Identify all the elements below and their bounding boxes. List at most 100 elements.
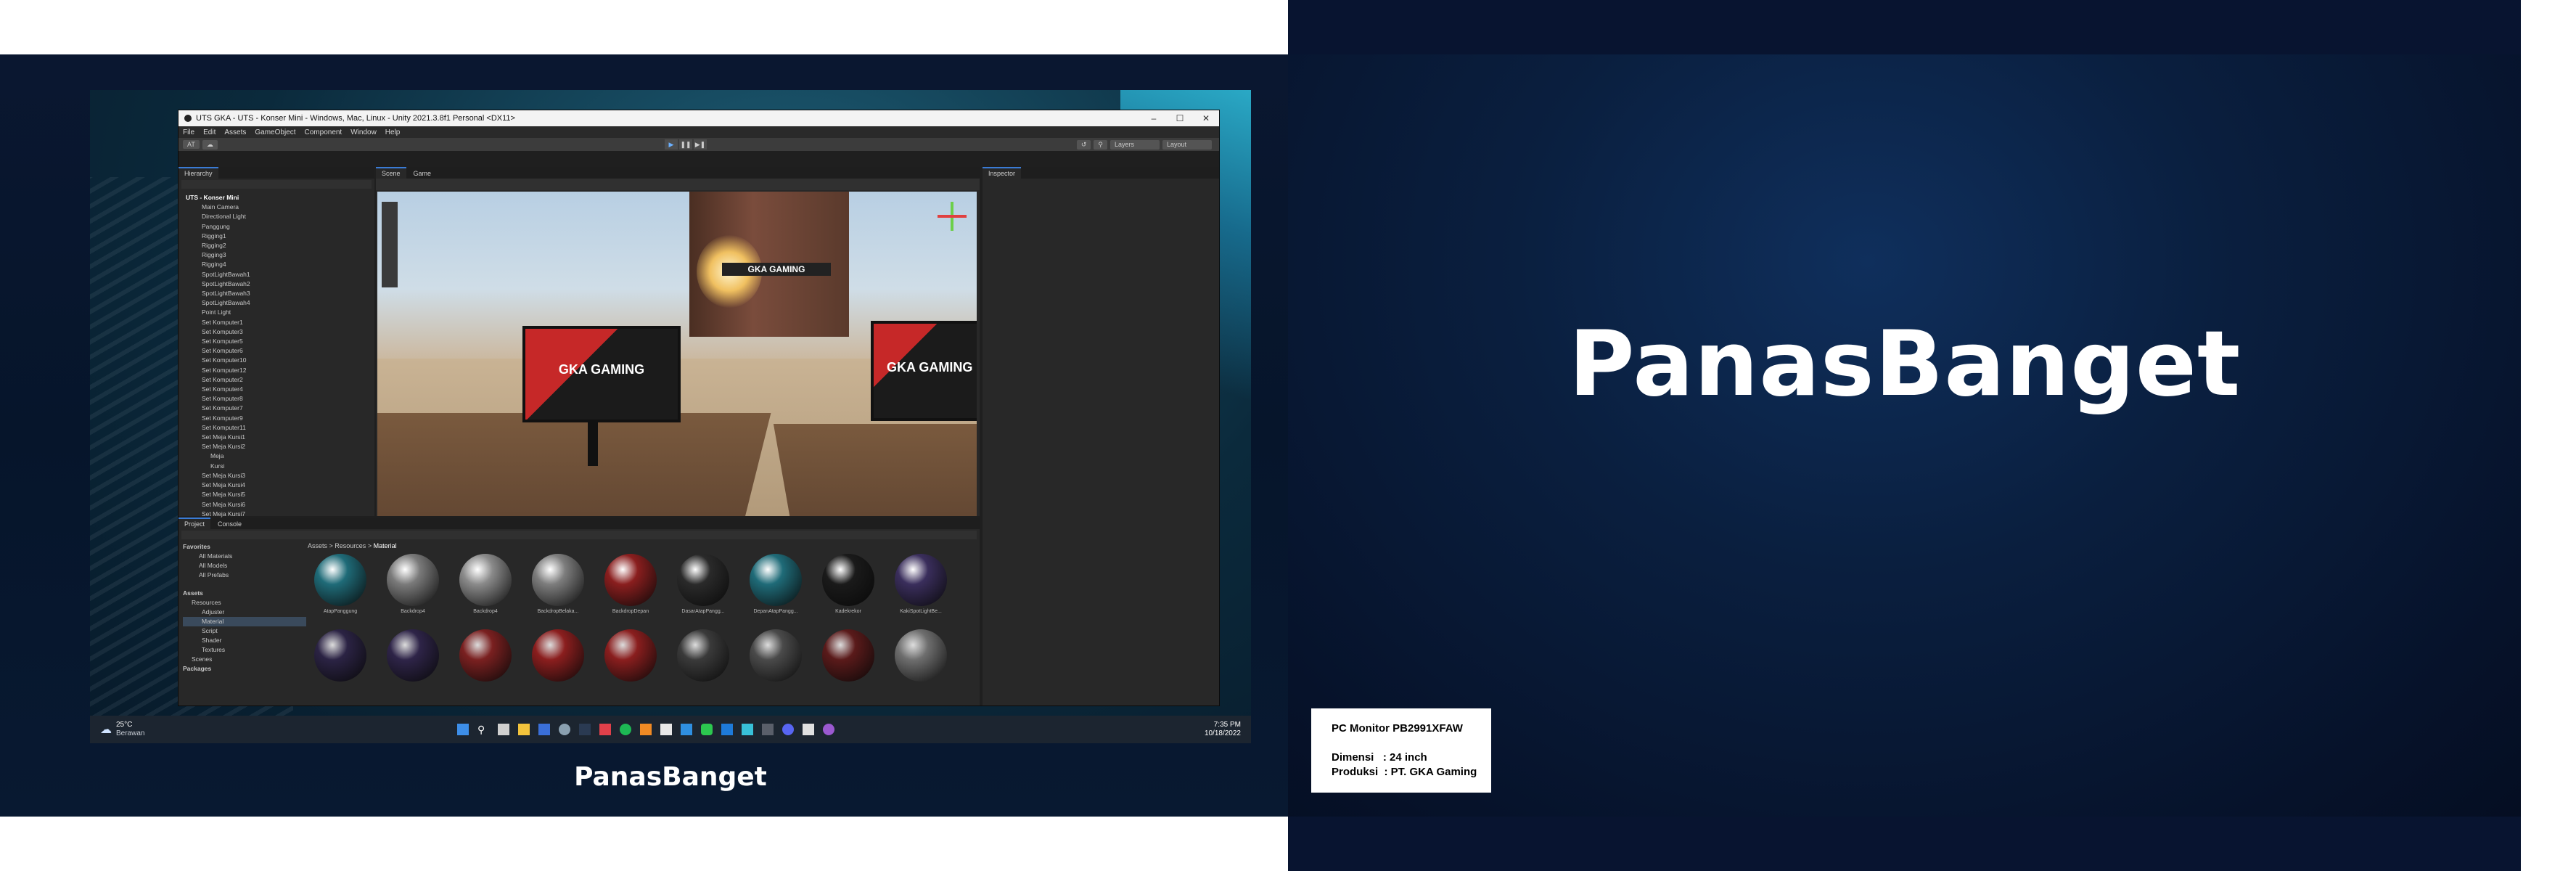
material-item[interactable]	[676, 629, 730, 684]
close-button[interactable]: ✕	[1193, 113, 1219, 123]
folder-item[interactable]: Textures	[183, 645, 306, 655]
folder-item[interactable]: Scenes	[183, 655, 306, 664]
hierarchy-search-input[interactable]	[181, 180, 372, 189]
material-item[interactable]	[531, 629, 585, 684]
app-icon[interactable]	[559, 724, 570, 735]
material-item[interactable]: BackdropBelaka...	[531, 554, 585, 614]
discord-icon[interactable]	[782, 724, 794, 735]
hierarchy-item[interactable]: Set Meja Kursi2	[186, 442, 374, 451]
spotify-icon[interactable]	[620, 724, 631, 735]
hierarchy-item[interactable]: Set Komputer2	[186, 375, 374, 385]
menu-component[interactable]: Component	[305, 128, 342, 136]
app-icon[interactable]	[538, 724, 550, 735]
hierarchy-item[interactable]: Main Camera	[186, 203, 374, 212]
folder-item-selected[interactable]: Material	[183, 617, 306, 626]
hierarchy-item[interactable]: Kursi	[186, 462, 374, 471]
hierarchy-item[interactable]: Set Meja Kursi6	[186, 500, 374, 510]
material-item[interactable]: Kadekrekor	[821, 554, 875, 614]
hierarchy-item[interactable]: Set Komputer1	[186, 318, 374, 327]
hierarchy-item[interactable]: Set Komputer4	[186, 385, 374, 394]
maximize-button[interactable]: ☐	[1167, 113, 1193, 123]
material-item[interactable]	[821, 629, 875, 684]
pause-button[interactable]: ❚❚	[679, 139, 692, 150]
hierarchy-item[interactable]: Directional Light	[186, 212, 374, 221]
start-icon[interactable]	[457, 724, 469, 735]
menu-file[interactable]: File	[183, 128, 194, 136]
material-item[interactable]	[749, 629, 803, 684]
app-icon[interactable]	[640, 724, 652, 735]
layers-dropdown[interactable]: Layers	[1110, 139, 1160, 150]
hierarchy-item[interactable]: Set Komputer12	[186, 366, 374, 375]
material-item[interactable]: DepanAtapPangg...	[749, 554, 803, 614]
taskbar-clock[interactable]: 7:35 PM 10/18/2022	[1205, 721, 1241, 738]
menu-gameobject[interactable]: GameObject	[255, 128, 295, 136]
project-search-input[interactable]	[181, 531, 977, 539]
scene-viewport[interactable]: GKA GAMING GKA GAMING GKA GAMING	[377, 192, 977, 516]
hierarchy-item[interactable]: Rigging3	[186, 250, 374, 260]
hierarchy-item[interactable]: Set Komputer3	[186, 327, 374, 337]
material-item[interactable]	[386, 629, 440, 684]
hierarchy-item[interactable]: Set Komputer6	[186, 346, 374, 356]
hierarchy-root[interactable]: UTS - Konser Mini	[186, 193, 374, 203]
hierarchy-item[interactable]: Point Light	[186, 308, 374, 317]
scene-gizmo[interactable]	[938, 202, 967, 231]
hierarchy-item[interactable]: SpotLightBawah2	[186, 279, 374, 289]
layout-dropdown[interactable]: Layout	[1162, 139, 1212, 150]
hierarchy-item[interactable]: Set Meja Kursi5	[186, 490, 374, 499]
assets-header[interactable]: Assets	[183, 589, 306, 598]
tab-scene[interactable]: Scene	[376, 167, 406, 179]
tab-game[interactable]: Game	[407, 167, 438, 179]
hierarchy-item[interactable]: Rigging1	[186, 232, 374, 241]
tab-inspector[interactable]: Inspector	[983, 167, 1022, 179]
vscode-icon[interactable]	[721, 724, 733, 735]
folder-item[interactable]: Script	[183, 626, 306, 636]
hierarchy-item[interactable]: Set Komputer7	[186, 404, 374, 413]
unity-icon[interactable]	[803, 724, 814, 735]
app-icon[interactable]	[599, 724, 611, 735]
app-icon[interactable]	[681, 724, 692, 735]
step-button[interactable]: ▶❚	[694, 139, 707, 150]
search-icon[interactable]: ⚲	[477, 724, 489, 735]
material-item[interactable]	[459, 629, 512, 684]
material-item[interactable]	[894, 629, 948, 684]
menu-edit[interactable]: Edit	[203, 128, 216, 136]
account-dropdown[interactable]: AT	[183, 140, 200, 149]
hierarchy-item[interactable]: SpotLightBawah3	[186, 289, 374, 298]
breadcrumb-item[interactable]: Assets	[308, 542, 327, 549]
hierarchy-item[interactable]: Set Komputer10	[186, 356, 374, 365]
app-icon[interactable]	[742, 724, 753, 735]
play-button[interactable]: ▶	[665, 139, 678, 150]
app-icon[interactable]	[762, 724, 774, 735]
hierarchy-item[interactable]: Set Meja Kursi4	[186, 481, 374, 490]
favorites-header[interactable]: Favorites	[183, 542, 306, 552]
hierarchy-item[interactable]: SpotLightBawah1	[186, 270, 374, 279]
hierarchy-item[interactable]: Set Komputer11	[186, 423, 374, 433]
file-explorer-icon[interactable]	[518, 724, 530, 735]
material-item[interactable]	[313, 629, 367, 684]
folder-item[interactable]: Shader	[183, 636, 306, 645]
material-item[interactable]: DasarAtapPangg...	[676, 554, 730, 614]
minimize-button[interactable]: –	[1141, 113, 1167, 123]
hierarchy-item[interactable]: SpotLightBawah4	[186, 298, 374, 308]
task-view-icon[interactable]	[498, 724, 509, 735]
folder-item[interactable]: Adjuster	[183, 608, 306, 617]
hierarchy-item[interactable]: Rigging2	[186, 241, 374, 250]
material-item[interactable]: BackdropDepan	[604, 554, 657, 614]
favorite-item[interactable]: All Models	[183, 561, 306, 571]
favorite-item[interactable]: All Prefabs	[183, 571, 306, 580]
steam-icon[interactable]	[579, 724, 591, 735]
line-icon[interactable]	[701, 724, 713, 735]
menu-assets[interactable]: Assets	[224, 128, 246, 136]
history-icon[interactable]: ↺	[1076, 139, 1091, 150]
hierarchy-item[interactable]: Meja	[186, 451, 374, 461]
folder-item[interactable]: Resources	[183, 598, 306, 608]
menu-help[interactable]: Help	[385, 128, 401, 136]
menu-window[interactable]: Window	[350, 128, 377, 136]
weather-widget[interactable]: 25°C Berawan	[116, 721, 144, 738]
hierarchy-item[interactable]: Rigging4	[186, 260, 374, 269]
tab-hierarchy[interactable]: Hierarchy	[179, 167, 218, 179]
material-item[interactable]: Backdrop4	[459, 554, 512, 614]
app-icon[interactable]	[660, 724, 672, 735]
breadcrumb-item[interactable]: Resources	[335, 542, 366, 549]
material-item[interactable]: Backdrop4	[386, 554, 440, 614]
